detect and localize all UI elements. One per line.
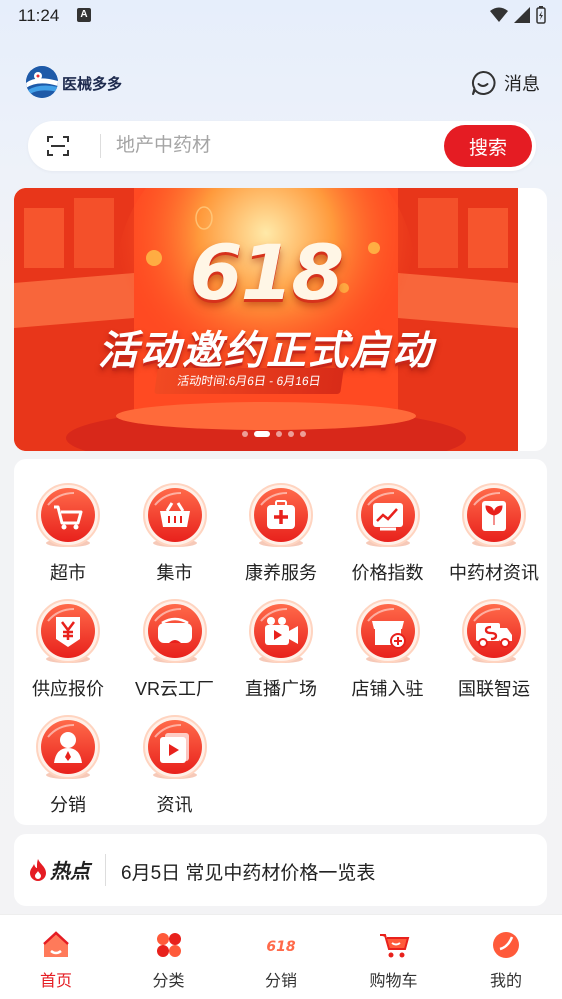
feature-label: 康养服务	[245, 563, 317, 583]
feature-label: 资讯	[156, 795, 193, 815]
svg-text:618: 618	[266, 939, 295, 955]
feature-item[interactable]: 康养服务	[228, 469, 334, 583]
battery-icon	[536, 6, 546, 24]
hot-news-bar[interactable]: 热点 6月5日 常见中药材价格一览表	[14, 834, 547, 906]
yen-tag-icon	[36, 599, 100, 663]
status-icons	[490, 6, 546, 24]
nav-label: 首页	[39, 973, 72, 990]
search-divider	[100, 134, 101, 158]
feature-label: 中药材资讯	[449, 563, 539, 583]
carousel-dot[interactable]	[288, 431, 294, 437]
medical-kit-icon	[249, 483, 313, 547]
carousel-dot[interactable]	[300, 431, 306, 437]
nav-label: 购物车	[369, 973, 418, 990]
feature-label: 国联智运	[458, 679, 530, 699]
carousel-indicator	[242, 431, 306, 437]
nav-item[interactable]: 分类	[129, 929, 209, 995]
feature-item[interactable]: 价格指数	[335, 469, 441, 583]
scan-icon[interactable]	[46, 134, 70, 158]
feature-item[interactable]: 国联智运	[441, 585, 547, 699]
message-label: 消息	[504, 74, 540, 94]
feature-label: 超市	[50, 563, 86, 583]
feature-item[interactable]: 集市	[122, 469, 228, 583]
news-divider	[105, 854, 106, 886]
feature-label: 店铺入驻	[351, 679, 424, 699]
feature-label: 分销	[50, 795, 86, 815]
person-icon	[36, 715, 100, 779]
status-time: 11:24	[18, 6, 60, 25]
banner-slide[interactable]: 618 活动邀约正式启动 活动时间:6月6日 - 6月16日	[14, 188, 518, 451]
feature-item[interactable]: 中药材资讯	[441, 469, 547, 583]
status-bar: 11:24 A	[0, 0, 562, 32]
price-chart-icon	[355, 483, 420, 547]
profile-icon	[493, 932, 519, 958]
header: 医械多多 消息	[0, 60, 562, 108]
carousel-dot[interactable]	[242, 431, 248, 437]
feature-label: 供应报价	[32, 679, 104, 699]
feature-item[interactable]: 店铺入驻	[335, 585, 441, 699]
feature-item[interactable]: 资讯	[122, 701, 228, 815]
vr-headset-icon	[142, 599, 207, 663]
carousel-dot[interactable]	[254, 431, 270, 437]
nav-item[interactable]: 我的	[466, 929, 546, 995]
nav-label: 分类	[152, 973, 185, 990]
feature-label: 集市	[156, 563, 193, 583]
flame-icon	[30, 858, 46, 881]
feature-grid: 超市 集市 康养服务 价格指数 中药材资讯供应报价 VR云工厂 直播广场 店铺入驻 国联智运分销…	[14, 459, 547, 825]
banner-618: 618	[189, 228, 345, 317]
basket-icon	[142, 483, 207, 547]
signal-icon	[514, 7, 530, 23]
notification-icon: A	[77, 8, 91, 22]
feature-item[interactable]: 分销	[15, 701, 121, 815]
storefront-icon	[355, 599, 420, 663]
home-icon	[43, 931, 69, 957]
bottom-navigation: 首页 分类 618 分销 购物车 我的	[0, 914, 562, 999]
feature-item[interactable]: VR云工厂	[122, 585, 228, 699]
feature-label: 直播广场	[245, 679, 317, 699]
category-icon	[156, 933, 181, 957]
nav-label: 我的	[489, 973, 522, 990]
carousel-dot[interactable]	[276, 431, 282, 437]
feature-item[interactable]: 超市	[15, 469, 121, 583]
delivery-truck-icon	[462, 599, 526, 663]
message-button[interactable]: 消息	[470, 70, 540, 96]
chat-bubble-icon	[472, 70, 496, 95]
nav-item[interactable]: 购物车	[354, 929, 434, 995]
play-news-icon	[142, 715, 207, 779]
cart-icon	[379, 934, 409, 958]
herb-leaf-icon	[462, 483, 526, 547]
search-bar: 搜索	[28, 121, 536, 171]
banner-carousel[interactable]: 618 活动邀约正式启动 活动时间:6月6日 - 6月16日	[14, 188, 547, 451]
feature-label: 价格指数	[351, 563, 424, 583]
search-button[interactable]: 搜索	[444, 125, 532, 167]
nav-item[interactable]: 首页	[16, 929, 96, 995]
nav-item[interactable]: 618 分销	[241, 929, 321, 995]
search-input[interactable]	[116, 133, 446, 159]
news-title[interactable]: 6月5日 常见中药材价格一览表	[121, 858, 375, 885]
wifi-icon	[490, 7, 508, 22]
video-camera-icon	[249, 599, 313, 663]
shopping-cart-icon	[36, 483, 100, 547]
app-logo	[26, 66, 58, 98]
feature-item[interactable]: 直播广场	[228, 585, 334, 699]
618-icon: 618	[266, 939, 295, 955]
banner-date: 活动时间:6月6日 - 6月16日	[154, 368, 344, 394]
feature-item[interactable]: 供应报价	[15, 585, 121, 699]
app-name: 医械多多	[62, 76, 123, 93]
hot-badge: 热点	[28, 855, 90, 884]
hot-label: 热点	[50, 861, 90, 883]
nav-label: 分销	[264, 973, 297, 990]
feature-label: VR云工厂	[134, 679, 214, 699]
